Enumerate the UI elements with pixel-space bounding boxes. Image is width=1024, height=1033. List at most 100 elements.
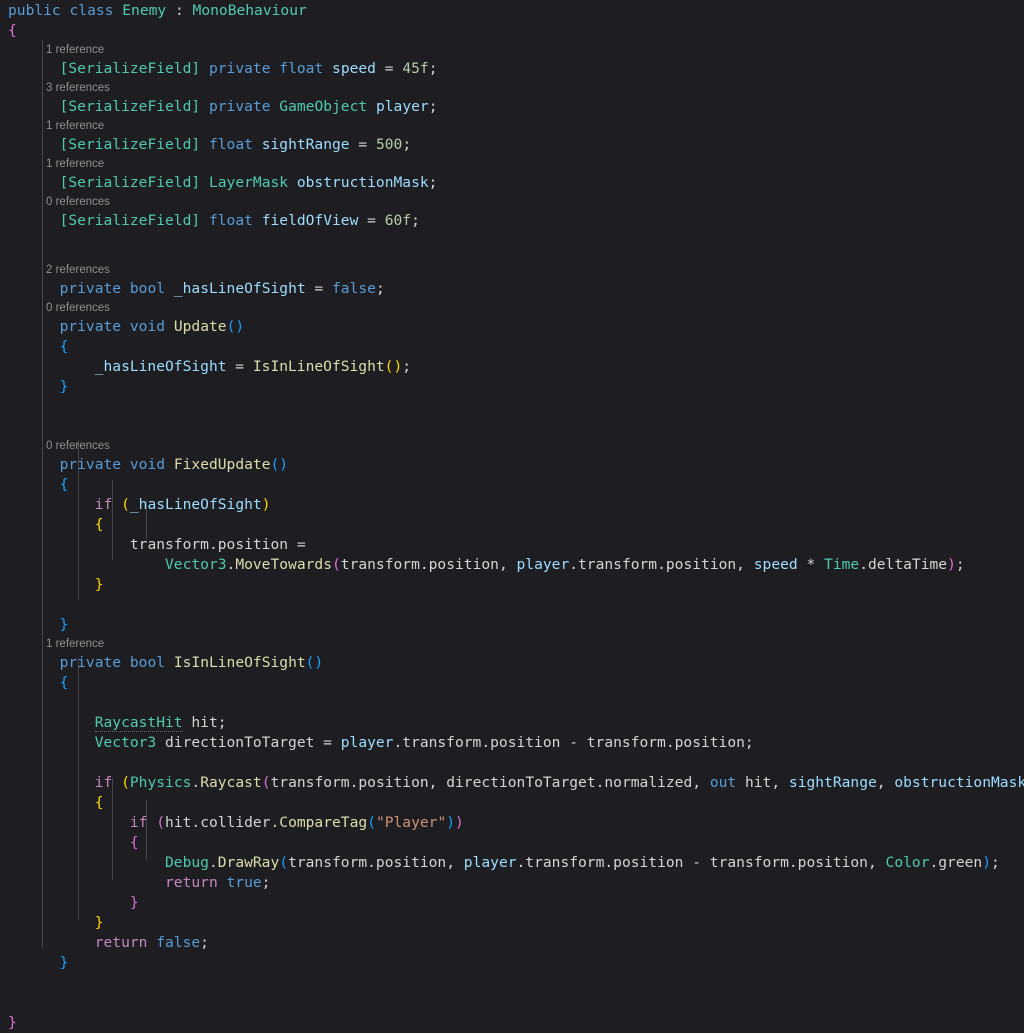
codelens-obstructionmask[interactable]: 1 reference	[0, 155, 1024, 173]
code-line-method-update-signature[interactable]: private void Update()	[0, 317, 1024, 337]
type-gameobject: GameObject	[279, 98, 368, 115]
paren-open-raycast: (	[261, 774, 271, 791]
paren-close-if2: )	[455, 814, 464, 831]
code-line-transform-position-assign[interactable]: transform.position =	[0, 535, 1024, 555]
brace-open-update: {	[59, 338, 69, 355]
codelens-haslineofsight[interactable]: 2 references	[0, 261, 1024, 279]
code-line-if-physics-raycast[interactable]: if (Physics.Raycast(transform.position, …	[0, 773, 1024, 793]
numeric-literal-fieldofview: 60f	[384, 212, 412, 229]
semicolon: ;	[955, 556, 965, 573]
keyword-void: void	[129, 456, 166, 473]
code-line-debug-drawray[interactable]: Debug.DrawRay(transform.position, player…	[0, 853, 1024, 873]
type-vector3: Vector3	[94, 734, 157, 751]
field-ref-haslineofsight: _hasLineOfSight	[129, 496, 262, 513]
code-line-declare-directiontotarget[interactable]: Vector3 directionToTarget = player.trans…	[0, 733, 1024, 753]
type-time: Time	[824, 556, 860, 573]
brace-close-update: }	[59, 378, 69, 395]
code-line-field-fieldofview[interactable]: [SerializeField] float fieldOfView = 60f…	[0, 211, 1024, 231]
code-line-fixedupdate-open-brace[interactable]: {	[0, 475, 1024, 495]
code-line-update-close-brace[interactable]: }	[0, 377, 1024, 397]
code-line-if-comparetag[interactable]: if (hit.collider.CompareTag("Player"))	[0, 813, 1024, 833]
code-line-movetowards-call[interactable]: Vector3.MoveTowards(transform.position, …	[0, 555, 1024, 575]
keyword-private: private	[59, 318, 122, 335]
field-name-fieldofview: fieldOfView	[261, 212, 359, 229]
field-ref-player: player	[516, 556, 570, 573]
brace-close-isinlineofsight: }	[59, 954, 69, 971]
code-line-if-raycast-close-brace[interactable]: }	[0, 913, 1024, 933]
keyword-float: float	[208, 212, 253, 229]
field-ref-haslineofsight: _hasLineOfSight	[94, 358, 227, 375]
codelens-player[interactable]: 3 references	[0, 79, 1024, 97]
paren-open-if: (	[121, 496, 130, 513]
code-line-field-sightrange[interactable]: [SerializeField] float sightRange = 500;	[0, 135, 1024, 155]
code-line-if-close-brace[interactable]: }	[0, 575, 1024, 595]
keyword-return: return	[94, 934, 148, 951]
code-line-isinlineofsight-close-brace[interactable]: }	[0, 953, 1024, 973]
semicolon: ;	[411, 212, 420, 229]
code-line-field-player[interactable]: [SerializeField] private GameObject play…	[0, 97, 1024, 117]
semicolon: ;	[200, 934, 209, 951]
code-line-if-raycast-open-brace[interactable]: {	[0, 793, 1024, 813]
code-line-field-obstructionmask[interactable]: [SerializeField] LayerMask obstructionMa…	[0, 173, 1024, 193]
numeric-literal-speed: 45f	[402, 60, 429, 77]
code-line-return-false[interactable]: return false;	[0, 933, 1024, 953]
codelens-isinlineofsight[interactable]: 1 reference	[0, 635, 1024, 653]
code-line-class-open-brace[interactable]: {	[0, 21, 1024, 41]
code-line-field-haslineofsight[interactable]: private bool _hasLineOfSight = false;	[0, 279, 1024, 299]
code-line-update-body[interactable]: _hasLineOfSight = IsInLineOfSight();	[0, 357, 1024, 377]
codelens-update[interactable]: 0 references	[0, 299, 1024, 317]
field-ref-sightrange: sightRange	[788, 774, 877, 791]
variable-directiontotarget: directionToTarget	[156, 734, 315, 751]
keyword-if: if	[94, 774, 113, 791]
dot-operator: .	[191, 774, 201, 791]
code-line-fixedupdate-if[interactable]: if (_hasLineOfSight)	[0, 495, 1024, 515]
argument-transform-position: transform.position	[340, 556, 499, 573]
expression-direction: .transform.position - transform.position	[393, 734, 745, 751]
code-line-method-fixedupdate-signature[interactable]: private void FixedUpdate()	[0, 455, 1024, 475]
parens-update: ()	[226, 318, 245, 335]
code-line-isinlineofsight-open-brace[interactable]: {	[0, 673, 1024, 693]
codelens-speed[interactable]: 1 reference	[0, 41, 1024, 59]
multiply-operator: *	[797, 556, 825, 573]
keyword-float: float	[279, 60, 324, 77]
code-line-fixedupdate-close-brace[interactable]: }	[0, 615, 1024, 635]
attribute-serializefield: SerializeField	[68, 212, 192, 229]
code-line-update-open-brace[interactable]: {	[0, 337, 1024, 357]
field-name-obstructionmask: obstructionMask	[296, 174, 429, 191]
keyword-bool: bool	[129, 654, 166, 671]
semicolon: ;	[428, 98, 438, 115]
assign-operator: =	[314, 734, 341, 751]
codelens-sightrange[interactable]: 1 reference	[0, 117, 1024, 135]
code-line-field-speed[interactable]: [SerializeField] private float speed = 4…	[0, 59, 1024, 79]
blank-line-half	[0, 251, 1024, 261]
assign-operator: =	[226, 358, 253, 375]
semicolon: ;	[991, 854, 1000, 871]
paren-open-if2: (	[156, 814, 166, 831]
keyword-void: void	[129, 318, 166, 335]
code-line-method-isinlineofsight-signature[interactable]: private bool IsInLineOfSight()	[0, 653, 1024, 673]
keyword-if: if	[94, 496, 113, 513]
paren-close-movetowards: )	[947, 556, 956, 573]
brace-open-class: {	[8, 22, 17, 39]
attribute-serializefield: SerializeField	[68, 136, 192, 153]
code-line-if2-close-brace[interactable]: }	[0, 893, 1024, 913]
code-line-return-true[interactable]: return true;	[0, 873, 1024, 893]
semicolon: ;	[402, 358, 412, 375]
code-editor[interactable]: public class Enemy : MonoBehaviour { 1 r…	[0, 0, 1024, 1031]
parens-fixedupdate: ()	[270, 456, 289, 473]
assign-operator: =	[305, 280, 332, 297]
attribute-serializefield: SerializeField	[68, 174, 192, 191]
code-line-class-close-brace[interactable]: }	[0, 1013, 1024, 1033]
assign-operator: =	[375, 60, 403, 77]
string-literal-player: "Player"	[375, 814, 447, 831]
code-line-if2-open-brace[interactable]: {	[0, 833, 1024, 853]
brace-close-class: }	[8, 1014, 17, 1031]
code-line-class-declaration[interactable]: public class Enemy : MonoBehaviour	[0, 1, 1024, 21]
code-line-declare-raycasthit[interactable]: RaycastHit hit;	[0, 713, 1024, 733]
type-raycasthit: RaycastHit	[94, 714, 183, 732]
brace-open-isinlineofsight: {	[59, 674, 69, 691]
code-line-if-open-brace[interactable]: {	[0, 515, 1024, 535]
codelens-fixedupdate[interactable]: 0 references	[0, 437, 1024, 455]
codelens-fieldofview[interactable]: 0 references	[0, 193, 1024, 211]
